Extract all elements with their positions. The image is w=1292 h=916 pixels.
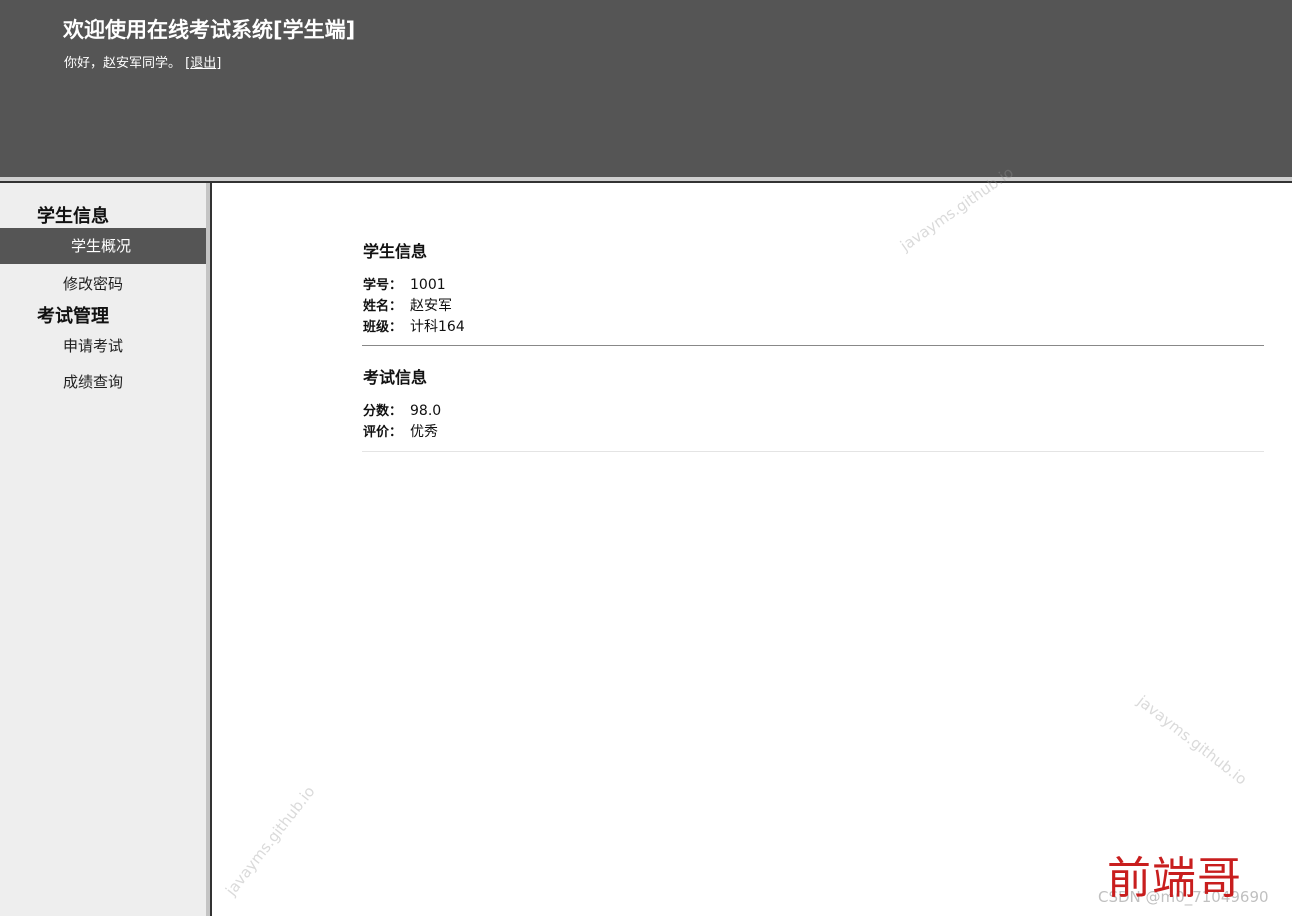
student-id-label: 学号： bbox=[363, 278, 403, 293]
greeting-text: 你好，赵安军同学。 [ bbox=[64, 56, 191, 71]
evaluation-value: 优秀 bbox=[410, 424, 438, 440]
score-row: 分数： 98.0 bbox=[363, 401, 441, 422]
sidebar-item-label: 申请考试 bbox=[63, 337, 124, 355]
sidebar-item-change-password[interactable]: 修改密码 bbox=[0, 266, 206, 302]
student-class-value: 计科164 bbox=[410, 319, 465, 335]
top-header: 欢迎使用在线考试系统[学生端] 你好，赵安军同学。 [退出] bbox=[0, 0, 1292, 177]
main-content: 学生信息 学号： 1001 姓名： 赵安军 班级： 计科164 考试信息 分数： 98.… bbox=[212, 183, 1292, 916]
exam-info-title: 考试信息 bbox=[363, 368, 428, 387]
logout-link[interactable]: 退出 bbox=[190, 56, 216, 71]
sidebar: 学生信息 学生概况 修改密码 考试管理 申请考试 成绩查询 bbox=[0, 183, 206, 916]
greeting-suffix: ] bbox=[216, 56, 222, 71]
student-class-row: 班级： 计科164 bbox=[363, 317, 465, 338]
sidebar-item-score-query[interactable]: 成绩查询 bbox=[0, 364, 206, 400]
section-divider bbox=[362, 345, 1264, 346]
student-name-label: 姓名： bbox=[363, 299, 403, 314]
sidebar-section-exam-management: 考试管理 bbox=[37, 306, 109, 327]
evaluation-row: 评价： 优秀 bbox=[363, 422, 438, 443]
student-id-value: 1001 bbox=[410, 277, 446, 293]
sidebar-item-label: 修改密码 bbox=[63, 275, 124, 293]
sidebar-item-student-overview[interactable]: 学生概况 bbox=[0, 228, 206, 264]
sidebar-item-apply-exam[interactable]: 申请考试 bbox=[0, 328, 206, 364]
sidebar-item-label: 成绩查询 bbox=[63, 373, 124, 391]
score-value: 98.0 bbox=[410, 403, 442, 419]
evaluation-label: 评价： bbox=[363, 425, 403, 440]
brand-watermark: 前端哥 bbox=[1107, 853, 1242, 904]
score-label: 分数： bbox=[363, 404, 403, 419]
sidebar-section-student-info: 学生信息 bbox=[37, 206, 109, 227]
sidebar-item-label: 学生概况 bbox=[71, 237, 132, 255]
student-class-label: 班级： bbox=[363, 320, 403, 335]
student-info-title: 学生信息 bbox=[363, 242, 428, 261]
student-id-row: 学号： 1001 bbox=[363, 275, 446, 296]
user-greeting: 你好，赵安军同学。 [退出] bbox=[64, 52, 221, 71]
app-title: 欢迎使用在线考试系统[学生端] bbox=[63, 18, 356, 42]
student-name-row: 姓名： 赵安军 bbox=[363, 296, 452, 317]
student-name-value: 赵安军 bbox=[410, 298, 452, 314]
bottom-divider bbox=[362, 451, 1264, 452]
page: 欢迎使用在线考试系统[学生端] 你好，赵安军同学。 [退出] 学生信息 学生概况… bbox=[0, 0, 1292, 916]
